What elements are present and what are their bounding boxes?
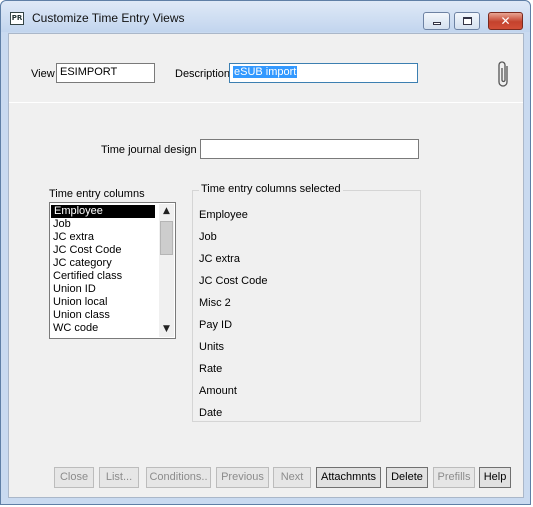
selected-column-item[interactable]: Employee bbox=[199, 209, 248, 221]
selected-column-item[interactable]: Pay ID bbox=[199, 319, 232, 331]
scrollbar-thumb[interactable] bbox=[160, 221, 173, 255]
selected-column-item[interactable]: Job bbox=[199, 231, 217, 243]
selected-column-item[interactable]: JC Cost Code bbox=[199, 275, 267, 287]
scroll-up-icon[interactable]: ▲ bbox=[159, 204, 174, 219]
scroll-down-icon[interactable]: ▼ bbox=[159, 322, 174, 337]
list-item[interactable]: Union local bbox=[50, 296, 154, 309]
description-selected-text: eSUB import bbox=[233, 66, 298, 78]
time-journal-design-field[interactable] bbox=[200, 139, 419, 159]
list-item[interactable]: Union ID bbox=[50, 283, 154, 296]
title-bar[interactable]: PR Customize Time Entry Views ✕ bbox=[1, 1, 530, 32]
attachments-button[interactable]: Attachmnts bbox=[316, 467, 381, 488]
list-item[interactable]: JC extra bbox=[50, 231, 154, 244]
listbox-scrollbar[interactable]: ▲ ▼ bbox=[159, 204, 174, 337]
time-entry-columns-listbox[interactable]: Employee Job JC extra JC Cost Code JC ca… bbox=[49, 202, 176, 339]
dialog-body: View ESIMPORT Description eSUB import Ti… bbox=[8, 33, 524, 498]
list-item[interactable]: WC code bbox=[50, 322, 154, 335]
conditions-button[interactable]: Conditions.. bbox=[146, 467, 211, 488]
selected-columns-label: Time entry columns selected bbox=[199, 183, 343, 195]
list-item[interactable]: Job bbox=[50, 218, 154, 231]
selected-columns-group: Time entry columns selected Employee Job… bbox=[192, 183, 421, 422]
list-item[interactable]: Union class bbox=[50, 309, 154, 322]
list-button[interactable]: List... bbox=[99, 467, 139, 488]
minimize-button[interactable] bbox=[423, 12, 450, 30]
maximize-icon bbox=[463, 17, 472, 25]
selected-column-item[interactable]: Amount bbox=[199, 385, 237, 397]
customize-time-entry-views-window: PR Customize Time Entry Views ✕ View ESI… bbox=[0, 0, 531, 505]
maximize-button[interactable] bbox=[454, 12, 480, 30]
header-separator bbox=[9, 102, 523, 103]
list-item[interactable]: Employee bbox=[51, 205, 155, 218]
close-window-button[interactable]: ✕ bbox=[488, 12, 523, 30]
time-journal-design-label: Time journal design bbox=[101, 144, 197, 156]
selected-column-item[interactable]: Misc 2 bbox=[199, 297, 231, 309]
view-label: View bbox=[31, 68, 55, 80]
window-title: Customize Time Entry Views bbox=[32, 11, 185, 25]
prefills-button[interactable]: Prefills bbox=[433, 467, 475, 488]
selected-column-item[interactable]: JC extra bbox=[199, 253, 240, 265]
selected-column-item[interactable]: Units bbox=[199, 341, 224, 353]
help-button[interactable]: Help bbox=[479, 467, 511, 488]
time-entry-columns-label: Time entry columns bbox=[49, 188, 145, 200]
list-item[interactable]: Certified class bbox=[50, 270, 154, 283]
view-field[interactable]: ESIMPORT bbox=[56, 63, 155, 83]
app-icon: PR bbox=[10, 12, 24, 25]
description-label: Description bbox=[175, 68, 231, 80]
close-button[interactable]: Close bbox=[54, 467, 94, 488]
list-item[interactable]: JC category bbox=[50, 257, 154, 270]
delete-button[interactable]: Delete bbox=[386, 467, 428, 488]
next-button[interactable]: Next bbox=[273, 467, 311, 488]
selected-column-item[interactable]: Date bbox=[199, 407, 222, 419]
list-item[interactable]: JC Cost Code bbox=[50, 244, 154, 257]
paperclip-icon[interactable] bbox=[497, 60, 511, 88]
minimize-icon bbox=[433, 22, 441, 25]
description-field[interactable]: eSUB import bbox=[229, 63, 418, 83]
previous-button[interactable]: Previous bbox=[216, 467, 269, 488]
close-icon: ✕ bbox=[500, 14, 511, 28]
selected-column-item[interactable]: Rate bbox=[199, 363, 222, 375]
